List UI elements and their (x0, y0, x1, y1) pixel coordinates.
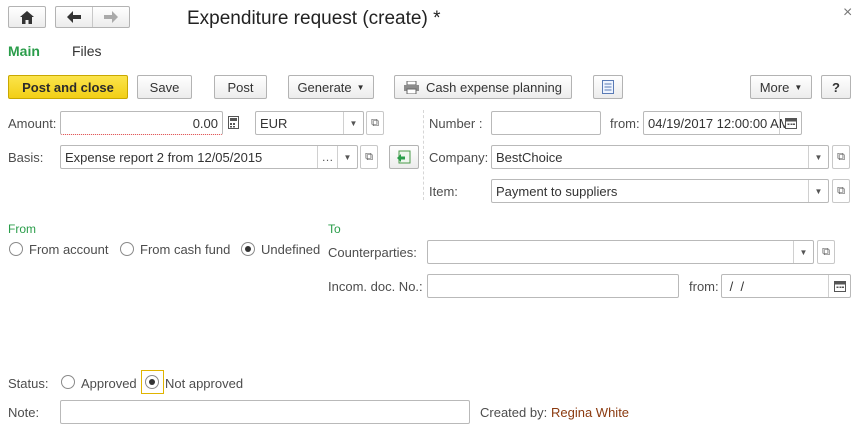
from-account-label[interactable]: From account (29, 242, 108, 257)
printer-icon (404, 80, 420, 94)
company-field[interactable]: BestChoice ▼ (491, 145, 829, 169)
calculator-icon[interactable] (228, 116, 239, 129)
radio-from-cash-fund[interactable] (120, 242, 134, 256)
dropdown-arrow-icon[interactable]: ▼ (343, 112, 363, 134)
radio-undefined[interactable] (241, 242, 255, 256)
fill-basis-button[interactable] (389, 145, 419, 169)
radio-approved[interactable] (61, 375, 75, 389)
not-approved-label[interactable]: Not approved (165, 376, 243, 391)
incoming-from-label: from: (689, 279, 719, 294)
created-by-label: Created by: (480, 405, 548, 420)
basis-field[interactable]: Expense report 2 from 12/05/2015 … ▼ (60, 145, 358, 169)
column-separator (423, 110, 424, 200)
open-icon[interactable]: ⧉ (366, 111, 384, 135)
note-label: Note: (8, 405, 40, 420)
report-icon (602, 80, 614, 94)
currency-value: EUR (260, 115, 288, 131)
nav-arrows (55, 6, 130, 28)
home-icon (20, 10, 34, 24)
open-icon[interactable]: ⧉ (832, 145, 850, 169)
dropdown-arrow-icon[interactable]: ▼ (337, 146, 357, 168)
item-value: Payment to suppliers (496, 183, 618, 199)
amount-value: 0.00 (192, 115, 218, 131)
incoming-date-value: / / (726, 278, 745, 294)
report-button[interactable] (593, 75, 623, 99)
dropdown-arrow-icon[interactable]: ▼ (808, 180, 828, 202)
generate-button[interactable]: Generate ▼ (288, 75, 374, 99)
dropdown-arrow-icon[interactable]: ▼ (793, 241, 813, 263)
company-label: Company: (429, 150, 489, 165)
calendar-icon[interactable] (828, 275, 850, 297)
note-field[interactable] (60, 400, 470, 424)
radio-not-approved[interactable] (145, 375, 159, 389)
open-icon[interactable]: ⧉ (817, 240, 835, 264)
from-cash-fund-label[interactable]: From cash fund (140, 242, 230, 257)
forward-button[interactable] (93, 7, 130, 27)
item-field[interactable]: Payment to suppliers ▼ (491, 179, 829, 203)
counterparties-label: Counterparties: (328, 245, 417, 260)
more-button[interactable]: More ▼ (750, 75, 812, 99)
item-label: Item: (429, 184, 458, 199)
basis-value: Expense report 2 from 12/05/2015 (65, 149, 263, 165)
number-field[interactable] (491, 111, 601, 135)
dropdown-arrow-icon: ▼ (356, 82, 365, 92)
amount-label: Amount: (8, 116, 57, 131)
close-icon[interactable]: × (843, 4, 852, 22)
tab-files[interactable]: Files (72, 43, 102, 59)
created-by-author-link[interactable]: Regina White (551, 405, 629, 420)
incoming-doc-label: Incom. doc. No.: (328, 279, 423, 294)
from-label: from: (610, 116, 640, 131)
open-icon[interactable]: ⧉ (360, 145, 378, 169)
counterparties-field[interactable]: ▼ (427, 240, 814, 264)
dropdown-arrow-icon: ▼ (794, 82, 803, 92)
currency-field[interactable]: EUR ▼ (255, 111, 364, 135)
open-icon[interactable]: ⧉ (832, 179, 850, 203)
back-arrow-icon (66, 11, 81, 23)
number-label: Number : (429, 116, 483, 131)
help-button[interactable]: ? (821, 75, 851, 99)
ellipsis-icon[interactable]: … (317, 146, 337, 168)
window-title: Expenditure request (create) * (187, 8, 441, 29)
amount-field[interactable]: 0.00 (60, 111, 223, 135)
company-value: BestChoice (496, 149, 563, 165)
date-field[interactable]: 04/19/2017 12:00:00 AM (643, 111, 802, 135)
save-button[interactable]: Save (137, 75, 192, 99)
calendar-icon[interactable] (779, 112, 801, 134)
to-section-heading: To (328, 222, 341, 236)
tab-main[interactable]: Main (8, 43, 40, 59)
incoming-doc-field[interactable] (427, 274, 679, 298)
approved-label[interactable]: Approved (81, 376, 137, 391)
home-button[interactable] (8, 6, 46, 28)
date-value: 04/19/2017 12:00:00 AM (648, 115, 790, 131)
incoming-date-field[interactable]: / / (721, 274, 851, 298)
undefined-label[interactable]: Undefined (261, 242, 320, 257)
generate-label: Generate (297, 79, 352, 95)
fill-basis-icon (397, 150, 411, 164)
post-and-close-button[interactable]: Post and close (8, 75, 128, 99)
back-button[interactable] (56, 7, 93, 27)
more-label: More (759, 79, 790, 95)
radio-from-account[interactable] (9, 242, 23, 256)
post-button[interactable]: Post (214, 75, 267, 99)
from-section-heading: From (8, 222, 36, 236)
basis-label: Basis: (8, 150, 44, 165)
dropdown-arrow-icon[interactable]: ▼ (808, 146, 828, 168)
cash-planning-label: Cash expense planning (426, 79, 562, 95)
cash-expense-planning-button[interactable]: Cash expense planning (394, 75, 572, 99)
forward-arrow-icon (103, 11, 118, 23)
status-label: Status: (8, 376, 49, 391)
